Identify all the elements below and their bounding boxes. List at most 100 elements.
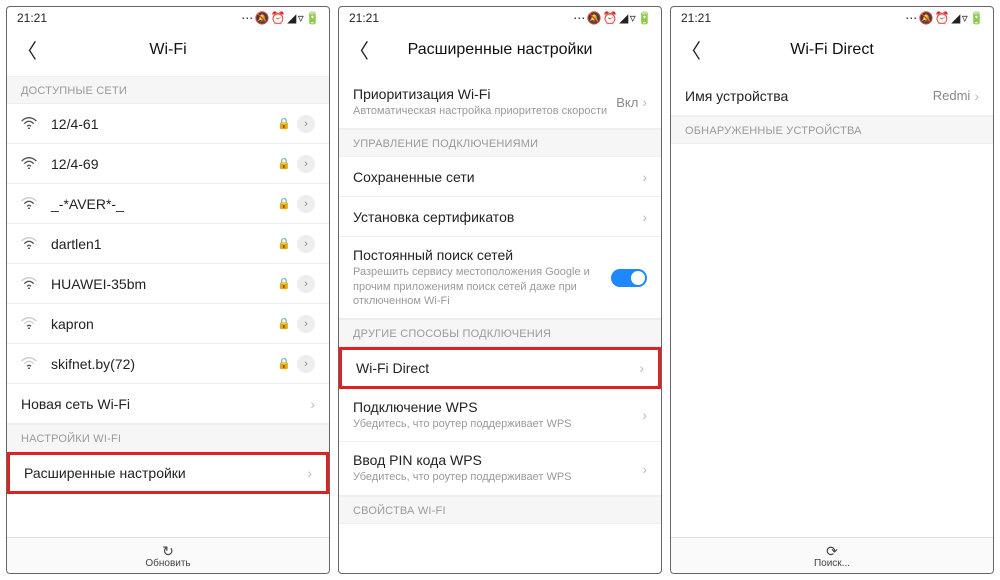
scan-toggle[interactable] bbox=[611, 269, 647, 287]
status-bar: 21:21 ⋯ 🔕 ⏰ ◢ ▿ 🔋 bbox=[671, 7, 993, 27]
priority-value: Вкл bbox=[616, 95, 638, 110]
network-name: dartlen1 bbox=[51, 236, 277, 252]
network-name: HUAWEI-35bm bbox=[51, 276, 277, 292]
section-conn: УПРАВЛЕНИЕ ПОДКЛЮЧЕНИЯМИ bbox=[339, 129, 661, 157]
refresh-icon: ↻ bbox=[162, 544, 174, 558]
lock-icon: 🔒 bbox=[277, 357, 291, 370]
network-name: 12/4-69 bbox=[51, 156, 277, 172]
status-icons: ⋯ 🔕 ⏰ ◢ ▿ 🔋 bbox=[905, 11, 983, 25]
wps-label: Подключение WPS bbox=[353, 399, 642, 415]
chevron-right-icon[interactable]: › bbox=[297, 275, 315, 293]
wifi-icon bbox=[21, 276, 41, 292]
chevron-right-icon: › bbox=[639, 360, 644, 376]
network-row[interactable]: 12/4-61 🔒 › bbox=[7, 104, 329, 144]
new-network-row[interactable]: Новая сеть Wi-Fi › bbox=[7, 384, 329, 424]
wifi-icon bbox=[21, 196, 41, 212]
certs-label: Установка сертификатов bbox=[353, 209, 642, 225]
lock-icon: 🔒 bbox=[277, 317, 291, 330]
wps-pin-sub: Убедитесь, что роутер поддерживает WPS bbox=[353, 470, 642, 484]
network-row[interactable]: _-*AVER*-_ 🔒 › bbox=[7, 184, 329, 224]
priority-label: Приоритизация Wi-Fi bbox=[353, 86, 616, 102]
wifi-icon bbox=[21, 316, 41, 332]
chevron-right-icon: › bbox=[307, 465, 312, 481]
lock-icon: 🔒 bbox=[277, 277, 291, 290]
chevron-right-icon[interactable]: › bbox=[297, 155, 315, 173]
status-bar: 21:21 ⋯ 🔕 ⏰ ◢ ▿ 🔋 bbox=[339, 7, 661, 27]
saved-label: Сохраненные сети bbox=[353, 169, 642, 185]
status-bar: 21:21 ⋯ 🔕 ⏰ ◢ ▿ 🔋 bbox=[7, 7, 329, 27]
header: 〈 Wi-Fi bbox=[7, 27, 329, 76]
wps-sub: Убедитесь, что роутер поддерживает WPS bbox=[353, 417, 642, 431]
chevron-right-icon[interactable]: › bbox=[297, 355, 315, 373]
chevron-right-icon: › bbox=[642, 407, 647, 423]
scan-sub: Разрешить сервису местоположения Google … bbox=[353, 265, 611, 308]
chevron-right-icon: › bbox=[642, 209, 647, 225]
network-row[interactable]: 12/4-69 🔒 › bbox=[7, 144, 329, 184]
lock-icon: 🔒 bbox=[277, 237, 291, 250]
priority-row[interactable]: Приоритизация Wi-Fi Автоматическая настр… bbox=[339, 76, 661, 129]
device-name-label: Имя устройства bbox=[685, 88, 933, 104]
page-title: Wi-Fi Direct bbox=[681, 41, 983, 59]
refresh-label: Обновить bbox=[145, 558, 190, 569]
lock-icon: 🔒 bbox=[277, 197, 291, 210]
wifi-direct-label: Wi-Fi Direct bbox=[356, 360, 639, 376]
scan-label: Постоянный поиск сетей bbox=[353, 247, 611, 263]
wps-pin-label: Ввод PIN кода WPS bbox=[353, 452, 642, 468]
network-name: 12/4-61 bbox=[51, 116, 277, 132]
chevron-right-icon: › bbox=[642, 169, 647, 185]
section-other: ДРУГИЕ СПОСОБЫ ПОДКЛЮЧЕНИЯ bbox=[339, 319, 661, 347]
network-name: skifnet.by(72) bbox=[51, 356, 277, 372]
header: 〈 Расширенные настройки bbox=[339, 27, 661, 76]
wifi-icon bbox=[21, 156, 41, 172]
chevron-right-icon: › bbox=[974, 88, 979, 104]
screen-wifi-direct: 21:21 ⋯ 🔕 ⏰ ◢ ▿ 🔋 〈 Wi-Fi Direct Имя уст… bbox=[670, 6, 994, 574]
status-time: 21:21 bbox=[17, 11, 47, 25]
chevron-right-icon: › bbox=[642, 94, 647, 110]
priority-sub: Автоматическая настройка приоритетов ско… bbox=[353, 104, 616, 118]
wps-row[interactable]: Подключение WPS Убедитесь, что роутер по… bbox=[339, 389, 661, 442]
network-row[interactable]: skifnet.by(72) 🔒 › bbox=[7, 344, 329, 384]
wifi-icon bbox=[21, 356, 41, 372]
network-row[interactable]: kapron 🔒 › bbox=[7, 304, 329, 344]
status-icons: ⋯ 🔕 ⏰ ◢ ▿ 🔋 bbox=[573, 11, 651, 25]
lock-icon: 🔒 bbox=[277, 117, 291, 130]
device-name-value: Redmi bbox=[933, 88, 971, 103]
network-row[interactable]: HUAWEI-35bm 🔒 › bbox=[7, 264, 329, 304]
advanced-label: Расширенные настройки bbox=[24, 465, 307, 481]
chevron-right-icon: › bbox=[642, 461, 647, 477]
section-available: ДОСТУПНЫЕ СЕТИ bbox=[7, 76, 329, 104]
chevron-right-icon: › bbox=[310, 396, 315, 412]
section-props: СВОЙСТВА WI-FI bbox=[339, 496, 661, 524]
screen-wifi: 21:21 ⋯ 🔕 ⏰ ◢ ▿ 🔋 〈 Wi-Fi ДОСТУПНЫЕ СЕТИ… bbox=[6, 6, 330, 574]
search-button[interactable]: ⟳ Поиск... bbox=[671, 537, 993, 573]
wifi-direct-row[interactable]: Wi-Fi Direct › bbox=[339, 347, 661, 389]
refresh-button[interactable]: ↻ Обновить bbox=[7, 537, 329, 573]
wifi-icon bbox=[21, 236, 41, 252]
device-name-row[interactable]: Имя устройства Redmi › bbox=[671, 76, 993, 116]
saved-networks-row[interactable]: Сохраненные сети › bbox=[339, 157, 661, 197]
status-time: 21:21 bbox=[681, 11, 711, 25]
wps-pin-row[interactable]: Ввод PIN кода WPS Убедитесь, что роутер … bbox=[339, 442, 661, 495]
chevron-right-icon[interactable]: › bbox=[297, 115, 315, 133]
network-name: _-*AVER*-_ bbox=[51, 196, 277, 212]
network-name: kapron bbox=[51, 316, 277, 332]
chevron-right-icon[interactable]: › bbox=[297, 315, 315, 333]
lock-icon: 🔒 bbox=[277, 157, 291, 170]
network-row[interactable]: dartlen1 🔒 › bbox=[7, 224, 329, 264]
advanced-settings-row[interactable]: Расширенные настройки › bbox=[7, 452, 329, 494]
search-icon: ⟳ bbox=[826, 544, 838, 558]
section-settings: НАСТРОЙКИ WI-FI bbox=[7, 424, 329, 452]
screen-advanced: 21:21 ⋯ 🔕 ⏰ ◢ ▿ 🔋 〈 Расширенные настройк… bbox=[338, 6, 662, 574]
page-title: Wi-Fi bbox=[17, 41, 319, 59]
header: 〈 Wi-Fi Direct bbox=[671, 27, 993, 76]
always-scan-row[interactable]: Постоянный поиск сетей Разрешить сервису… bbox=[339, 237, 661, 319]
search-label: Поиск... bbox=[814, 558, 850, 569]
chevron-right-icon[interactable]: › bbox=[297, 235, 315, 253]
status-time: 21:21 bbox=[349, 11, 379, 25]
section-found: ОБНАРУЖЕННЫЕ УСТРОЙСТВА bbox=[671, 116, 993, 144]
status-icons: ⋯ 🔕 ⏰ ◢ ▿ 🔋 bbox=[241, 11, 319, 25]
install-certs-row[interactable]: Установка сертификатов › bbox=[339, 197, 661, 237]
chevron-right-icon[interactable]: › bbox=[297, 195, 315, 213]
wifi-icon bbox=[21, 116, 41, 132]
new-network-label: Новая сеть Wi-Fi bbox=[21, 396, 310, 412]
